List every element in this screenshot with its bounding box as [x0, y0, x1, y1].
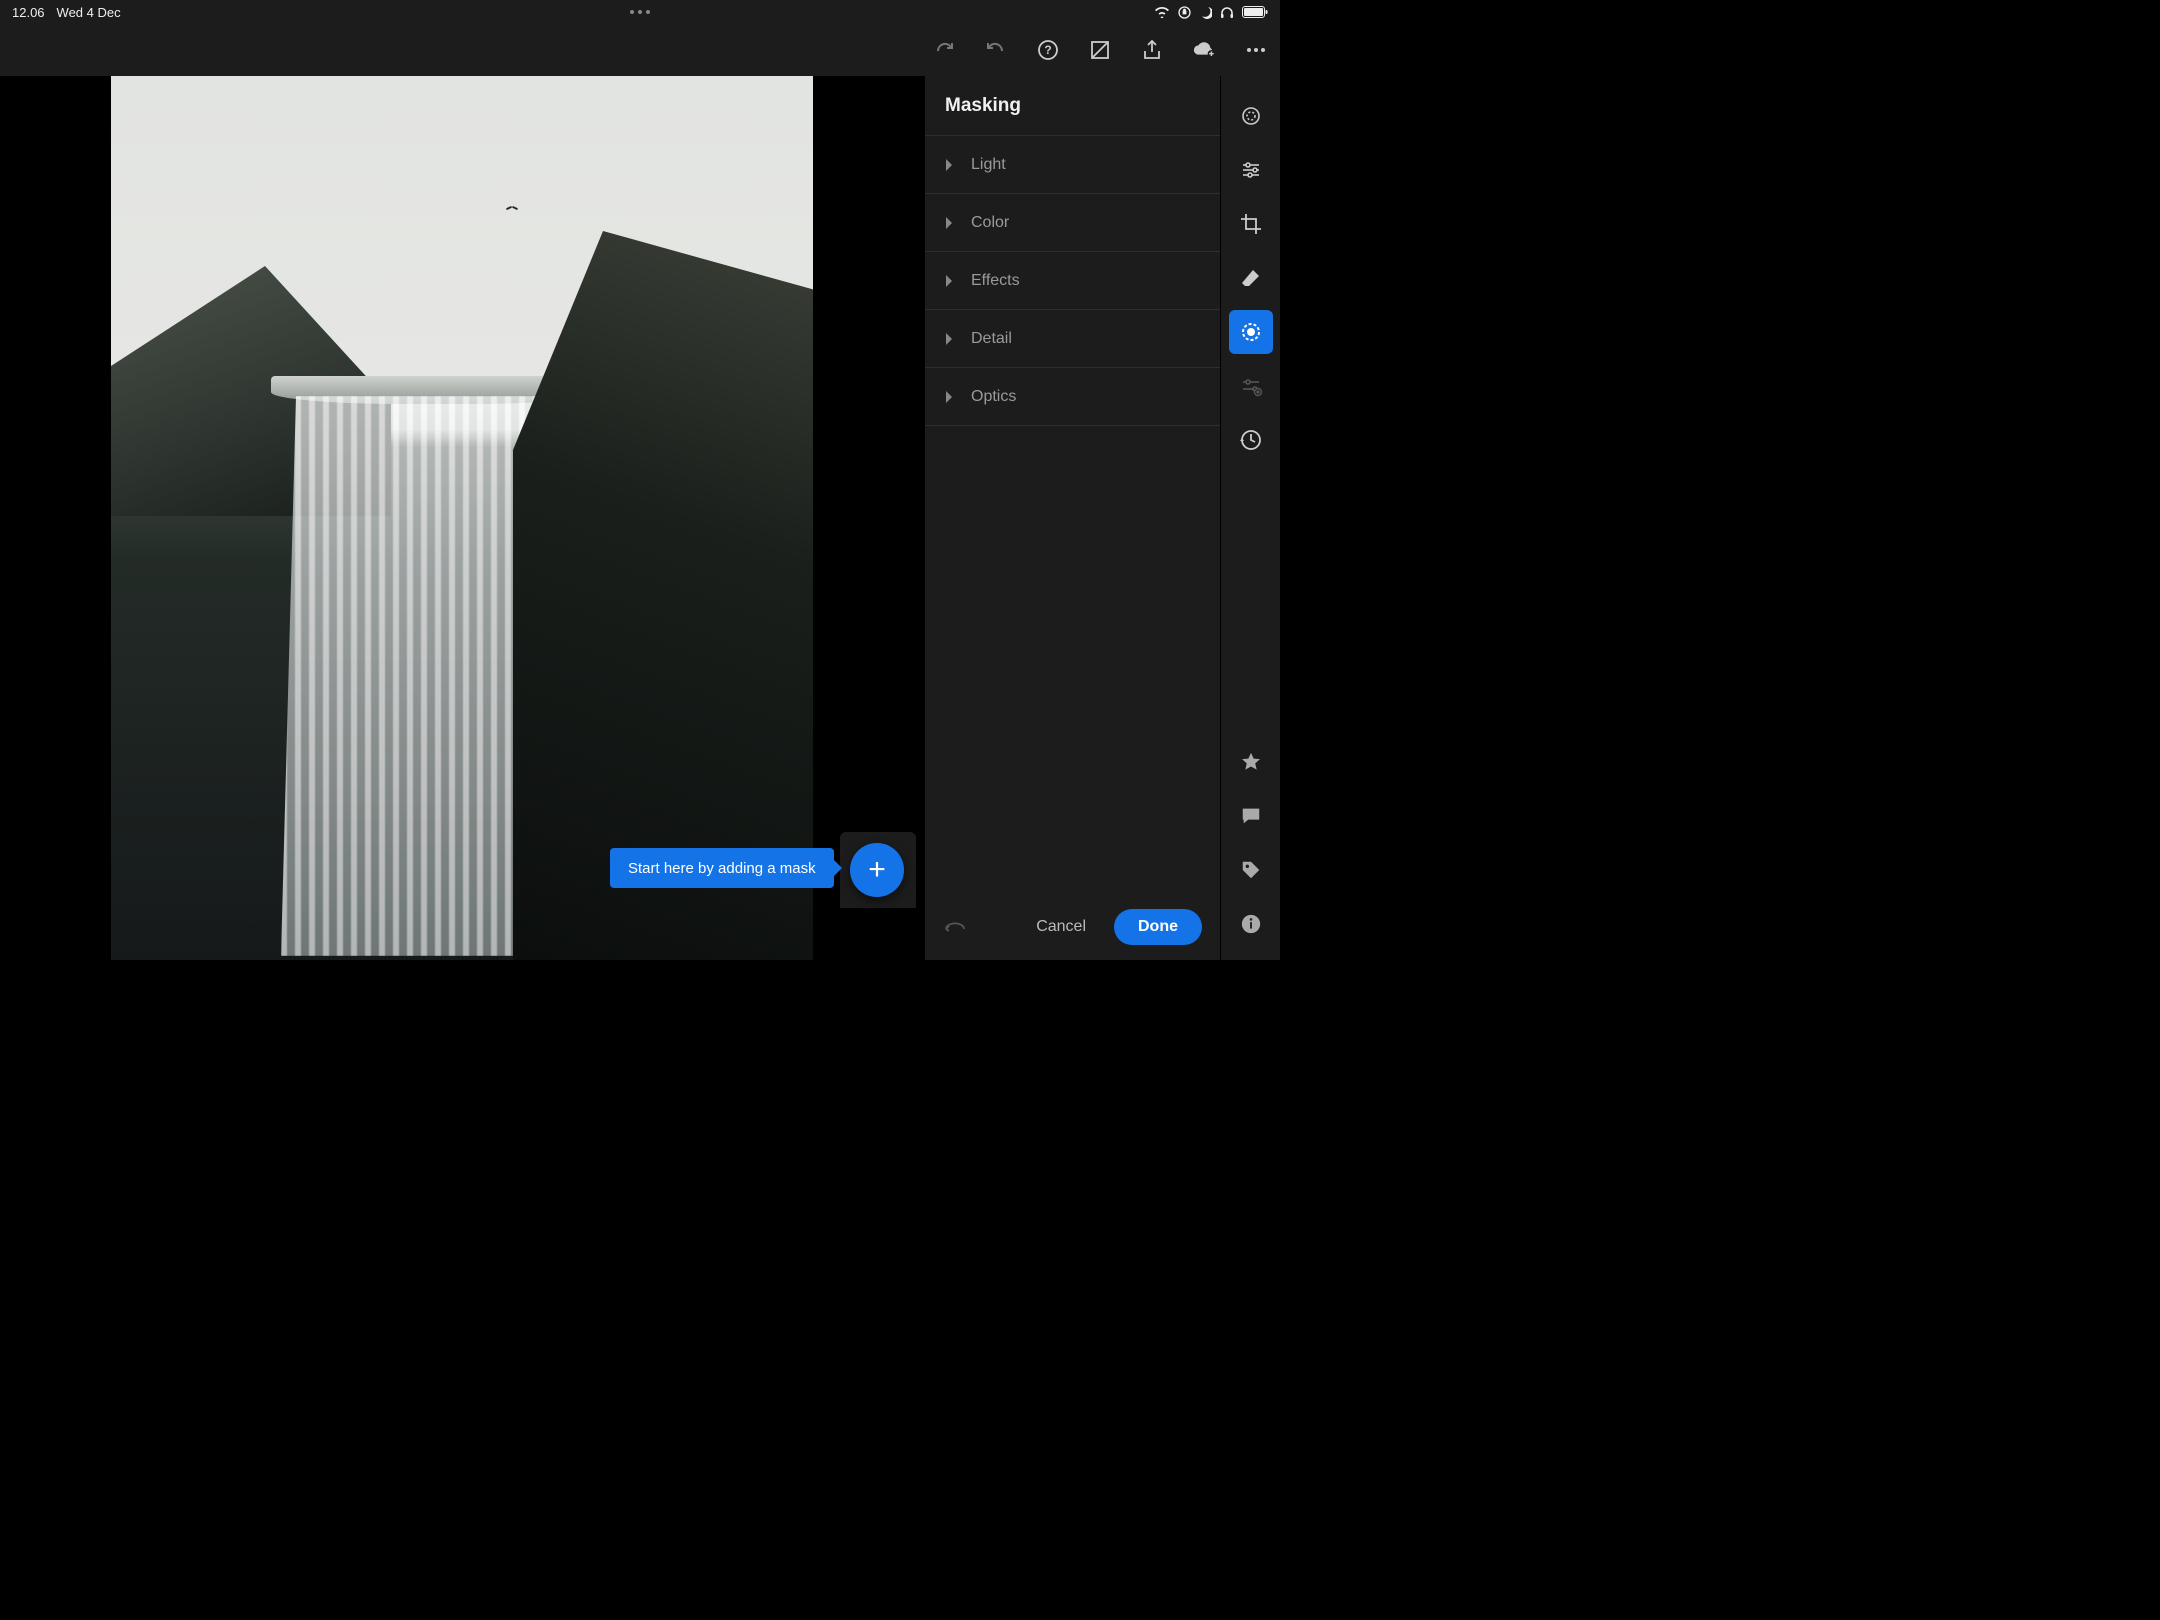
- panel-section-label: Optics: [971, 388, 1016, 406]
- add-mask-tooltip: Start here by adding a mask: [610, 848, 834, 888]
- status-bar: 12.06 Wed 4 Dec: [0, 0, 1280, 24]
- multitask-indicator[interactable]: [630, 10, 650, 14]
- chevron-right-icon: [945, 217, 953, 229]
- keywords-button[interactable]: [1229, 848, 1273, 892]
- tool-rail: [1220, 76, 1280, 960]
- compare-button[interactable]: [1088, 38, 1112, 62]
- panel-section-label: Color: [971, 214, 1009, 232]
- rating-button[interactable]: [1229, 740, 1273, 784]
- info-button[interactable]: [1229, 902, 1273, 946]
- panel-section-effects[interactable]: Effects: [925, 252, 1220, 310]
- undo-button[interactable]: [984, 38, 1008, 62]
- headphones-icon: [1220, 6, 1234, 19]
- panel-section-light[interactable]: Light: [925, 136, 1220, 194]
- chevron-right-icon: [945, 159, 953, 171]
- add-mask-button[interactable]: +: [850, 843, 904, 897]
- panel-section-label: Light: [971, 156, 1006, 174]
- chevron-right-icon: [945, 391, 953, 403]
- bird-shape: [506, 204, 518, 212]
- masking-tool[interactable]: [1229, 310, 1273, 354]
- status-icons: [1154, 6, 1268, 19]
- panel-section-optics[interactable]: Optics: [925, 368, 1220, 426]
- panel-title: Masking: [925, 76, 1220, 136]
- healing-tool[interactable]: [1229, 94, 1273, 138]
- panel-section-label: Detail: [971, 330, 1012, 348]
- panel-section-color[interactable]: Color: [925, 194, 1220, 252]
- plus-icon: +: [868, 853, 886, 887]
- wifi-icon: [1154, 6, 1170, 18]
- more-button[interactable]: [1244, 38, 1268, 62]
- image-canvas[interactable]: Start here by adding a mask +: [0, 76, 924, 960]
- adjust-tool[interactable]: [1229, 148, 1273, 192]
- status-time: 12.06: [12, 5, 45, 20]
- cancel-button[interactable]: Cancel: [1036, 918, 1086, 936]
- chevron-right-icon: [945, 275, 953, 287]
- versions-tool[interactable]: [1229, 418, 1273, 462]
- svg-text:?: ?: [1044, 43, 1051, 57]
- battery-icon: [1242, 6, 1268, 18]
- chevron-right-icon: [945, 333, 953, 345]
- panel-section-detail[interactable]: Detail: [925, 310, 1220, 368]
- help-button[interactable]: ?: [1036, 38, 1060, 62]
- orientation-lock-icon: [1178, 6, 1191, 19]
- share-button[interactable]: [1140, 38, 1164, 62]
- tooltip-text: Start here by adding a mask: [628, 860, 816, 877]
- redo-button[interactable]: [932, 38, 956, 62]
- comments-button[interactable]: [1229, 794, 1273, 838]
- photo-preview: [111, 76, 813, 960]
- top-toolbar: ?: [0, 24, 1280, 76]
- reset-button[interactable]: [943, 917, 967, 938]
- edit-panel: Masking Light Color Effects Detail Optic…: [924, 76, 1220, 960]
- cloud-sync-button[interactable]: [1192, 38, 1216, 62]
- done-button[interactable]: Done: [1114, 909, 1202, 945]
- panel-footer: Cancel Done: [925, 894, 1220, 960]
- eraser-tool[interactable]: [1229, 256, 1273, 300]
- presets-tool[interactable]: [1229, 364, 1273, 408]
- panel-section-label: Effects: [971, 272, 1020, 290]
- moon-icon: [1199, 6, 1212, 19]
- status-date: Wed 4 Dec: [57, 5, 121, 20]
- crop-tool[interactable]: [1229, 202, 1273, 246]
